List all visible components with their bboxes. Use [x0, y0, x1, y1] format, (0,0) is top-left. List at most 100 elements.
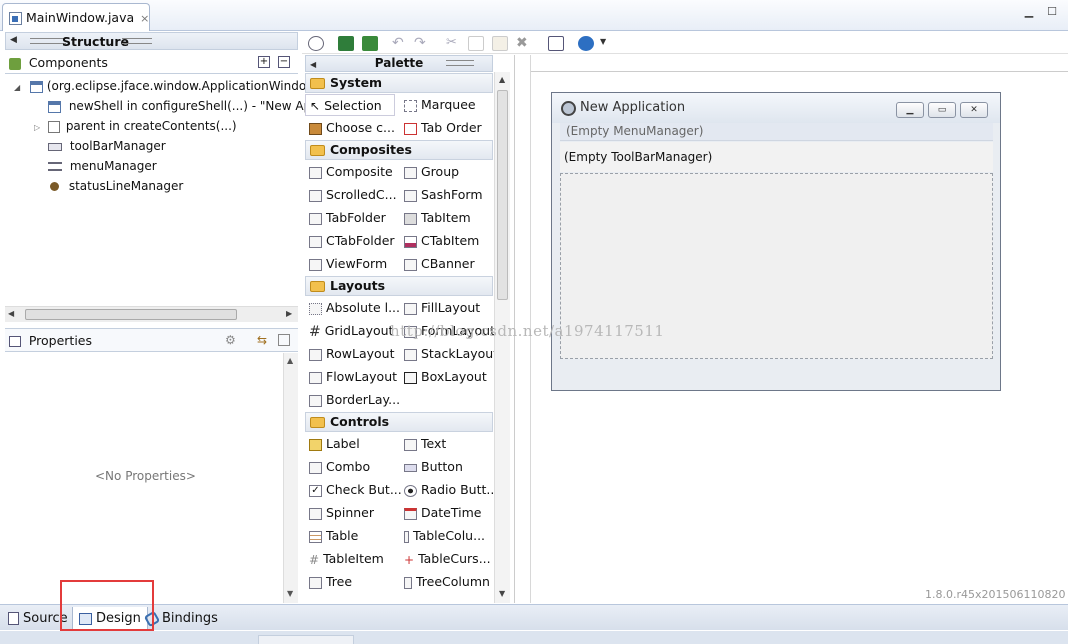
redo-icon[interactable]: ↷ [414, 36, 430, 51]
palette-item-filllayout[interactable]: FillLayout [400, 297, 480, 319]
item-label: ViewForm [326, 256, 388, 271]
palette-item-tabfolder[interactable]: TabFolder [305, 207, 386, 229]
tree-item-parent[interactable]: ▷ parent in createContents(...) [34, 116, 237, 136]
palette-item-tablecursor[interactable]: + TableCurs... [400, 548, 491, 570]
test-gui-icon[interactable] [308, 36, 324, 51]
tree-item-menumanager[interactable]: menuManager [48, 156, 157, 176]
preview-shell-window[interactable]: New Application ▁ ▭ ✕ (Empty MenuManager… [551, 92, 1001, 391]
scroll-up-icon[interactable]: ▲ [287, 356, 293, 365]
palette-item-group[interactable]: Group [400, 161, 459, 183]
components-icon [9, 57, 21, 70]
palette-item-table[interactable]: Table [305, 525, 358, 547]
tree-item-newshell[interactable]: newShell in configureShell(...) - "New A… [48, 96, 311, 116]
refresh-icon[interactable] [362, 36, 378, 51]
palette-item-gridlayout[interactable]: # GridLayout [305, 320, 393, 342]
palette-item-borderlayout[interactable]: BorderLay... [305, 389, 400, 411]
goto-definition-icon[interactable]: ⇆ [257, 333, 271, 347]
collapse-all-icon[interactable]: − [278, 56, 290, 68]
expand-all-icon[interactable]: + [258, 56, 270, 68]
palette-item-marquee[interactable]: Marquee [400, 94, 476, 116]
palette-item-tab-order[interactable]: Tab Order [400, 117, 482, 139]
item-label: Radio Butt... [421, 482, 499, 497]
scroll-left-icon[interactable]: ◀ [8, 309, 14, 318]
preview-icon[interactable] [548, 36, 564, 51]
palette-item-ctabitem[interactable]: CTabItem [400, 230, 479, 252]
palette-item-stacklayout[interactable]: StackLayout [400, 343, 498, 365]
version-label: 1.8.0.r45x201506110820 [925, 588, 1066, 601]
palette-item-rowlayout[interactable]: RowLayout [305, 343, 395, 365]
editor-tab-mainwindow[interactable]: MainWindow.java × [2, 3, 150, 31]
palette-item-choose-component[interactable]: Choose c... [305, 117, 395, 139]
palette-item-combo[interactable]: Combo [305, 456, 370, 478]
tree-item-statuslinemanager[interactable]: statusLineManager [48, 176, 183, 196]
collapse-left-icon[interactable]: ◀ [310, 57, 316, 72]
scroll-right-icon[interactable]: ▶ [286, 309, 292, 318]
palette-item-treecolumn[interactable]: TreeColumn [400, 571, 490, 593]
minimize-icon[interactable]: ▁ [1022, 6, 1036, 20]
tree-icon [309, 576, 322, 589]
palette-item-ctabfolder[interactable]: CTabFolder [305, 230, 395, 252]
palette-category-composites[interactable]: Composites [305, 140, 493, 160]
tree-expand-icon[interactable]: ◢ [14, 83, 20, 92]
globe-icon[interactable] [578, 36, 594, 51]
palette-category-layouts[interactable]: Layouts [305, 276, 493, 296]
copy-icon[interactable] [468, 36, 484, 51]
menu-icon[interactable] [278, 334, 290, 346]
tree-item-toolbarmanager[interactable]: toolBarManager [48, 136, 166, 156]
scrolled-composite-icon [309, 189, 322, 202]
palette-item-composite[interactable]: Composite [305, 161, 393, 183]
palette-item-radiobutton[interactable]: Radio Butt... [400, 479, 498, 501]
tree-collapsed-icon[interactable]: ▷ [34, 123, 40, 132]
palette-item-button[interactable]: Button [400, 456, 463, 478]
palette-item-label[interactable]: Label [305, 433, 360, 455]
palette-item-tablecolumn[interactable]: TableColu... [400, 525, 485, 547]
scroll-thumb[interactable] [25, 309, 237, 320]
palette-item-tableitem[interactable]: # TableItem [305, 548, 384, 570]
palette-item-spinner[interactable]: Spinner [305, 502, 374, 524]
properties-vscrollbar[interactable]: ▲ ▼ [283, 353, 298, 603]
palette-item-checkbutton[interactable]: ✓ Check But... [305, 479, 402, 501]
collapse-left-icon[interactable]: ◀ [10, 35, 17, 45]
shell-maximize-icon[interactable]: ▭ [928, 102, 956, 118]
palette-item-text[interactable]: Text [400, 433, 446, 455]
palette-item-absolute-layout[interactable]: Absolute l... [305, 297, 400, 319]
shell-menu-manager[interactable]: (Empty MenuManager) [560, 123, 993, 141]
palette-category-system[interactable]: System [305, 73, 493, 93]
grip-right-icon[interactable] [122, 38, 152, 44]
show-advanced-icon[interactable]: ⚙ [225, 333, 239, 347]
scroll-down-icon[interactable]: ▼ [287, 589, 293, 598]
palette-scroll-thumb[interactable] [497, 90, 508, 300]
shell-titlebar[interactable]: New Application ▁ ▭ ✕ [552, 93, 1000, 123]
palette-category-controls[interactable]: Controls [305, 412, 493, 432]
import-icon[interactable] [338, 36, 354, 51]
delete-icon[interactable]: ✖ [516, 36, 532, 51]
palette-item-flowlayout[interactable]: FlowLayout [305, 366, 397, 388]
palette-item-tree[interactable]: Tree [305, 571, 352, 593]
tree-item-application-window[interactable]: ◢ (org.eclipse.jface.window.ApplicationW… [14, 76, 306, 96]
palette-item-selection[interactable]: ↖ Selection [305, 94, 395, 116]
shell-minimize-icon[interactable]: ▁ [896, 102, 924, 118]
undo-icon[interactable]: ↶ [392, 36, 408, 51]
scroll-down-icon[interactable]: ▼ [499, 589, 505, 598]
maximize-icon[interactable]: ☐ [1045, 6, 1059, 20]
shell-close-icon[interactable]: ✕ [960, 102, 988, 118]
paste-icon[interactable] [492, 36, 508, 51]
palette-item-sashform[interactable]: SashForm [400, 184, 483, 206]
palette-item-datetime[interactable]: DateTime [400, 502, 481, 524]
palette-item-boxlayout[interactable]: BoxLayout [400, 366, 487, 388]
scroll-up-icon[interactable]: ▲ [499, 75, 505, 84]
item-label: RowLayout [326, 346, 395, 361]
palette-item-scrolledcomposite[interactable]: ScrolledC... [305, 184, 397, 206]
components-hscrollbar[interactable]: ◀ ▶ [5, 306, 298, 322]
shell-toolbar-manager[interactable]: (Empty ToolBarManager) [560, 142, 993, 172]
cut-icon[interactable]: ✂ [446, 36, 462, 51]
palette-item-cbanner[interactable]: CBanner [400, 253, 475, 275]
grip-icon[interactable] [446, 60, 474, 66]
grip-left-icon[interactable] [30, 38, 66, 44]
flowlayout-icon [309, 371, 322, 384]
palette-item-tabitem[interactable]: TabItem [400, 207, 471, 229]
close-icon[interactable]: × [140, 12, 149, 25]
chevron-down-icon[interactable]: ▼ [600, 37, 606, 46]
shell-icon [48, 100, 61, 113]
palette-item-viewform[interactable]: ViewForm [305, 253, 387, 275]
